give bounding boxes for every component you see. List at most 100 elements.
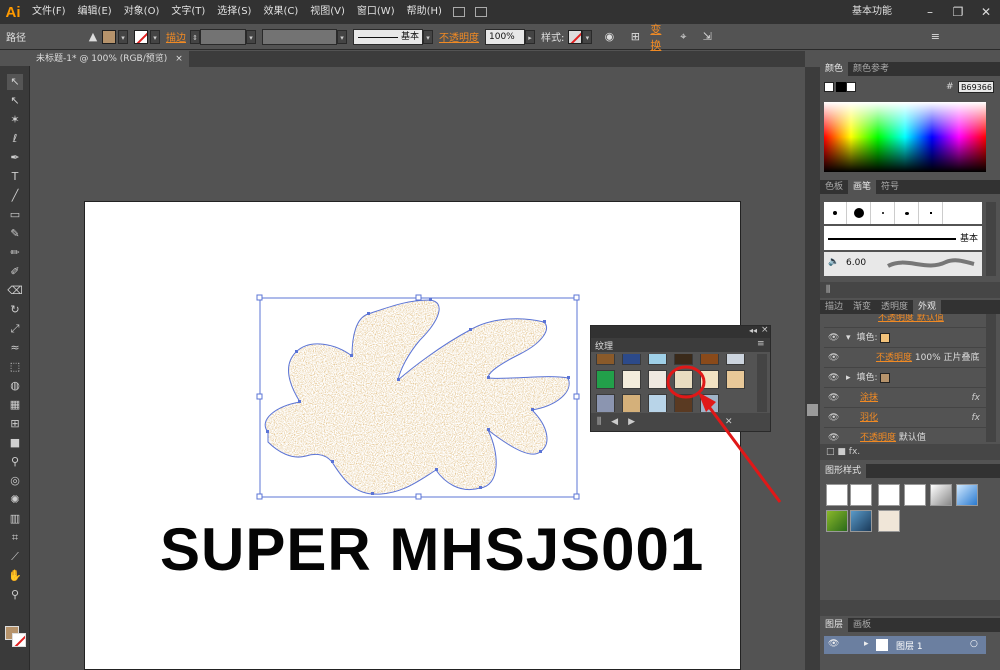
previous-library-icon[interactable]: ◀ bbox=[611, 417, 618, 427]
add-stroke-icon[interactable]: □ bbox=[826, 447, 835, 457]
texture-swatch[interactable] bbox=[674, 394, 693, 412]
appearance-row-opacity[interactable]: 👁 不透明度 100% 正片叠底 bbox=[824, 348, 986, 368]
visibility-eye-icon[interactable]: 👁 bbox=[828, 348, 839, 368]
black-swatch[interactable] bbox=[836, 82, 846, 92]
texture-panel-header[interactable]: ◂◂ × bbox=[591, 325, 770, 338]
appearance-row-feather[interactable]: 👁 羽化 fx bbox=[824, 408, 986, 428]
scribble-effect-label[interactable]: 涂抹 bbox=[860, 393, 878, 403]
texture-swatch-selected[interactable] bbox=[674, 370, 693, 389]
appearance-panel-footer: □ ■ fx. bbox=[820, 444, 1000, 460]
textured-leaf-shape[interactable] bbox=[265, 300, 570, 495]
brush-tip[interactable] bbox=[920, 202, 943, 224]
texture-swatch[interactable] bbox=[622, 370, 641, 389]
texture-panel-menu-icon[interactable]: ≡ bbox=[757, 339, 765, 349]
feather-effect-label[interactable]: 羽化 bbox=[860, 413, 878, 423]
canvas-vertical-scrollbar[interactable] bbox=[805, 67, 820, 670]
tab-stroke[interactable]: 描边 bbox=[820, 300, 848, 314]
graphic-style-swatch[interactable] bbox=[826, 484, 848, 506]
artwork-text[interactable]: SUPER MHSJS001 bbox=[160, 515, 704, 584]
hex-input[interactable]: B69366 bbox=[958, 81, 994, 93]
graphic-style-swatch[interactable] bbox=[956, 484, 978, 506]
tab-brushes[interactable]: 画笔 bbox=[848, 180, 877, 194]
visibility-eye-icon[interactable]: 👁 bbox=[828, 388, 839, 408]
texture-swatch[interactable] bbox=[596, 394, 615, 412]
layer-row[interactable]: 👁 ▸ 图层 1 ○ bbox=[824, 636, 986, 654]
layer-name[interactable]: 图层 1 bbox=[896, 639, 923, 652]
tab-layers[interactable]: 图层 bbox=[820, 618, 849, 632]
fill-color-swatch[interactable] bbox=[880, 372, 891, 383]
library-menu-icon[interactable]: ⫼ bbox=[597, 417, 601, 427]
color-panel-tabs: 颜色 颜色参考 bbox=[820, 62, 1000, 76]
appearance-panel-scrollbar[interactable] bbox=[986, 314, 996, 442]
fx-icon[interactable]: fx bbox=[972, 388, 981, 408]
tab-graphic-styles[interactable]: 图形样式 bbox=[820, 464, 867, 478]
white-swatch[interactable] bbox=[846, 82, 856, 92]
resize-icon[interactable]: ✕ bbox=[725, 417, 733, 427]
brush-tip[interactable] bbox=[896, 202, 919, 224]
graphic-style-swatch[interactable] bbox=[904, 484, 926, 506]
texture-swatch[interactable] bbox=[648, 370, 667, 389]
brush-tip[interactable] bbox=[872, 202, 895, 224]
brush-library-icon[interactable]: ⫼ bbox=[826, 285, 830, 295]
tab-color-guide[interactable]: 颜色参考 bbox=[848, 62, 894, 76]
opacity-label[interactable]: 不透明度 bbox=[860, 433, 896, 442]
texture-swatch[interactable] bbox=[674, 354, 693, 365]
appearance-row-fill[interactable]: 👁 ▾ 填色: bbox=[824, 328, 986, 348]
tab-symbols[interactable]: 符号 bbox=[876, 180, 904, 194]
expand-arrow-icon[interactable]: ▸ bbox=[846, 373, 851, 383]
texture-panel-title[interactable]: 纹理 bbox=[595, 339, 613, 352]
layer-target-icon[interactable]: ○ bbox=[970, 639, 978, 649]
texture-swatch[interactable] bbox=[596, 370, 615, 389]
graphic-style-swatch[interactable] bbox=[826, 510, 848, 532]
add-fill-icon[interactable]: ■ bbox=[837, 447, 846, 457]
appearance-row-scribble[interactable]: 👁 涂抹 fx bbox=[824, 388, 986, 408]
texture-swatch[interactable] bbox=[726, 354, 745, 365]
brush-panel-scrollbar[interactable] bbox=[986, 202, 996, 276]
collapse-icon[interactable]: ◂◂ bbox=[749, 326, 757, 335]
texture-swatch[interactable] bbox=[726, 370, 745, 389]
tab-transparency[interactable]: 透明度 bbox=[876, 300, 913, 314]
fill-color-swatch[interactable] bbox=[880, 332, 891, 343]
color-spectrum[interactable] bbox=[824, 102, 986, 172]
add-effect-icon[interactable]: fx. bbox=[849, 447, 860, 457]
visibility-eye-icon[interactable]: 👁 bbox=[828, 408, 839, 428]
expand-arrow-icon[interactable]: ▾ bbox=[846, 333, 851, 343]
texture-swatch[interactable] bbox=[700, 394, 719, 412]
appearance-row-opacity-2[interactable]: 👁 不透明度 默认值 bbox=[824, 428, 986, 442]
canvas-scroll-thumb[interactable] bbox=[807, 404, 818, 416]
texture-swatch[interactable] bbox=[596, 354, 615, 365]
art-brush-row[interactable]: 🔈 6.00 bbox=[824, 252, 982, 276]
texture-swatch[interactable] bbox=[622, 394, 641, 412]
graphic-style-swatch[interactable] bbox=[850, 484, 872, 506]
texture-panel-scrollbar[interactable] bbox=[757, 354, 767, 412]
fx-icon[interactable]: fx bbox=[972, 408, 981, 428]
layer-visibility-eye-icon[interactable]: 👁 bbox=[828, 639, 839, 649]
visibility-eye-icon[interactable]: 👁 bbox=[828, 428, 839, 442]
texture-panel-close-icon[interactable]: × bbox=[761, 325, 769, 335]
tab-appearance[interactable]: 外观 bbox=[913, 300, 942, 314]
appearance-row-fill-2[interactable]: 👁 ▸ 填色: bbox=[824, 368, 986, 388]
basic-brush-row[interactable]: 基本 bbox=[824, 226, 982, 250]
texture-swatch[interactable] bbox=[622, 354, 641, 365]
texture-swatch[interactable] bbox=[648, 354, 667, 365]
appearance-row-partial[interactable]: 不透明度 默认值 bbox=[824, 314, 986, 328]
next-library-icon[interactable]: ▶ bbox=[628, 417, 635, 427]
brush-tip[interactable] bbox=[824, 202, 847, 224]
graphic-style-swatch[interactable] bbox=[850, 510, 872, 532]
graphic-style-swatch[interactable] bbox=[930, 484, 952, 506]
graphic-style-swatch-textured[interactable] bbox=[878, 510, 900, 532]
visibility-eye-icon[interactable]: 👁 bbox=[828, 368, 839, 388]
brush-tip[interactable] bbox=[848, 202, 871, 224]
visibility-eye-icon[interactable]: 👁 bbox=[828, 328, 839, 348]
tab-artboards[interactable]: 画板 bbox=[848, 618, 876, 632]
layer-expand-arrow-icon[interactable]: ▸ bbox=[864, 639, 869, 649]
texture-swatch[interactable] bbox=[700, 354, 719, 365]
opacity-label[interactable]: 不透明度 bbox=[876, 353, 912, 363]
texture-swatch[interactable] bbox=[648, 394, 667, 412]
tab-swatches[interactable]: 色板 bbox=[820, 180, 848, 194]
tab-gradient[interactable]: 渐变 bbox=[848, 300, 876, 314]
texture-swatch[interactable] bbox=[700, 370, 719, 389]
graphic-style-swatch[interactable] bbox=[878, 484, 900, 506]
none-color-icon[interactable] bbox=[824, 82, 834, 92]
tab-color[interactable]: 颜色 bbox=[820, 62, 849, 76]
